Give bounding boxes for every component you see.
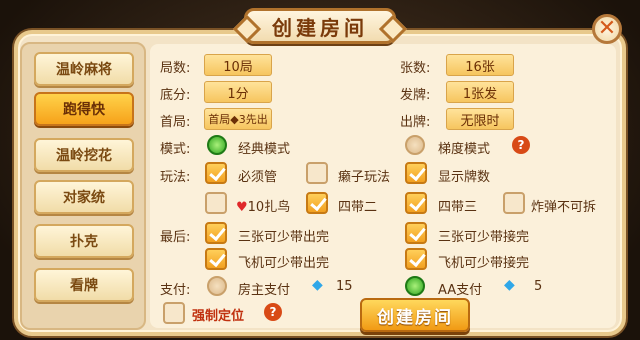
game-tab-pao-de-kuai[interactable]: 跑得快 xyxy=(34,92,134,126)
help-icon[interactable]: ? xyxy=(264,303,282,321)
aa-pay-radio[interactable] xyxy=(405,276,425,296)
plane-in-checkbox[interactable] xyxy=(405,248,427,270)
heart-ten-label: 10扎鸟 xyxy=(247,200,291,215)
mode-label: 模式: xyxy=(160,142,191,157)
plane-out-checkbox[interactable] xyxy=(205,248,227,270)
base-score-select[interactable]: 1分 xyxy=(204,81,272,103)
close-icon: ✕ xyxy=(597,16,617,41)
cards-label: 张数: xyxy=(400,61,431,76)
close-button[interactable]: ✕ xyxy=(592,14,622,44)
last-label: 最后: xyxy=(160,230,191,245)
rounds-label: 局数: xyxy=(160,61,191,76)
show-count-label: 显示牌数 xyxy=(438,170,491,185)
three-in-checkbox[interactable] xyxy=(405,222,427,244)
help-icon[interactable]: ? xyxy=(512,136,530,154)
bomb-split-checkbox[interactable] xyxy=(503,192,525,214)
plane-in-label: 飞机可少带接完 xyxy=(438,256,530,271)
deal-label: 发牌: xyxy=(400,88,431,103)
four-two-label: 四带二 xyxy=(338,200,378,215)
three-out-label: 三张可少带出完 xyxy=(238,230,330,245)
aa-pay-label: AA支付 xyxy=(438,283,483,298)
base-score-label: 底分: xyxy=(160,88,191,103)
game-tab-kanpai[interactable]: 看牌 xyxy=(34,268,134,302)
host-pay-label: 房主支付 xyxy=(238,283,291,298)
force-location-checkbox[interactable] xyxy=(163,302,185,324)
four-three-label: 四带三 xyxy=(438,200,478,215)
lazy-play-label: 癞子玩法 xyxy=(338,170,391,185)
heart-icon: ♥ xyxy=(236,200,248,215)
show-count-checkbox[interactable] xyxy=(405,162,427,184)
diamond-icon: ◆ xyxy=(312,277,323,293)
game-tab-label: 扑克 xyxy=(70,234,98,250)
force-location-label: 强制定位 xyxy=(192,309,245,324)
aa-pay-cost: 5 xyxy=(534,279,543,294)
game-tab-poker[interactable]: 扑克 xyxy=(34,224,134,258)
must-play-label: 必须管 xyxy=(238,170,278,185)
game-tab-wenling-mahjong[interactable]: 温岭麻将 xyxy=(34,52,134,86)
ladder-mode-radio[interactable] xyxy=(405,135,425,155)
play-time-label: 出牌: xyxy=(400,115,431,130)
dialog-title-plate: 创建房间 xyxy=(244,8,396,44)
first-round-select[interactable]: 首局◆3先出 xyxy=(204,108,272,130)
classic-mode-radio[interactable] xyxy=(207,135,227,155)
rounds-select[interactable]: 10局 xyxy=(204,54,272,76)
play-time-select[interactable]: 无限时 xyxy=(446,108,514,130)
bomb-split-label: 炸弹不可拆 xyxy=(531,200,597,215)
game-tab-label: 温岭麻将 xyxy=(56,62,112,78)
four-three-checkbox[interactable] xyxy=(405,192,427,214)
plane-out-label: 飞机可少带出完 xyxy=(238,256,330,271)
heart-ten-option: ♥10扎鸟 xyxy=(236,196,290,215)
game-tab-label: 温岭挖花 xyxy=(56,148,112,164)
deal-select[interactable]: 1张发 xyxy=(446,81,514,103)
four-two-checkbox[interactable] xyxy=(306,192,328,214)
rules-label: 玩法: xyxy=(160,170,191,185)
diamond-icon: ◆ xyxy=(504,277,515,293)
game-tab-label: 看牌 xyxy=(70,278,98,294)
payment-label: 支付: xyxy=(160,283,191,298)
first-round-label: 首局: xyxy=(160,115,191,130)
heart-ten-checkbox[interactable] xyxy=(205,192,227,214)
dialog-title: 创建房间 xyxy=(272,15,368,40)
must-play-checkbox[interactable] xyxy=(205,162,227,184)
create-room-button[interactable]: 创建房间 xyxy=(360,298,470,332)
game-tab-wenling-wahua[interactable]: 温岭挖花 xyxy=(34,138,134,172)
cards-select[interactable]: 16张 xyxy=(446,54,514,76)
game-tab-duijiatong[interactable]: 对家统 xyxy=(34,180,134,214)
ladder-mode-label: 梯度模式 xyxy=(438,142,491,157)
game-tab-label: 对家统 xyxy=(63,190,105,206)
classic-mode-label: 经典模式 xyxy=(238,142,291,157)
three-out-checkbox[interactable] xyxy=(205,222,227,244)
host-pay-cost: 15 xyxy=(336,279,353,294)
lazy-play-checkbox[interactable] xyxy=(306,162,328,184)
three-in-label: 三张可少带接完 xyxy=(438,230,530,245)
game-tab-label: 跑得快 xyxy=(63,102,105,118)
host-pay-radio[interactable] xyxy=(207,276,227,296)
